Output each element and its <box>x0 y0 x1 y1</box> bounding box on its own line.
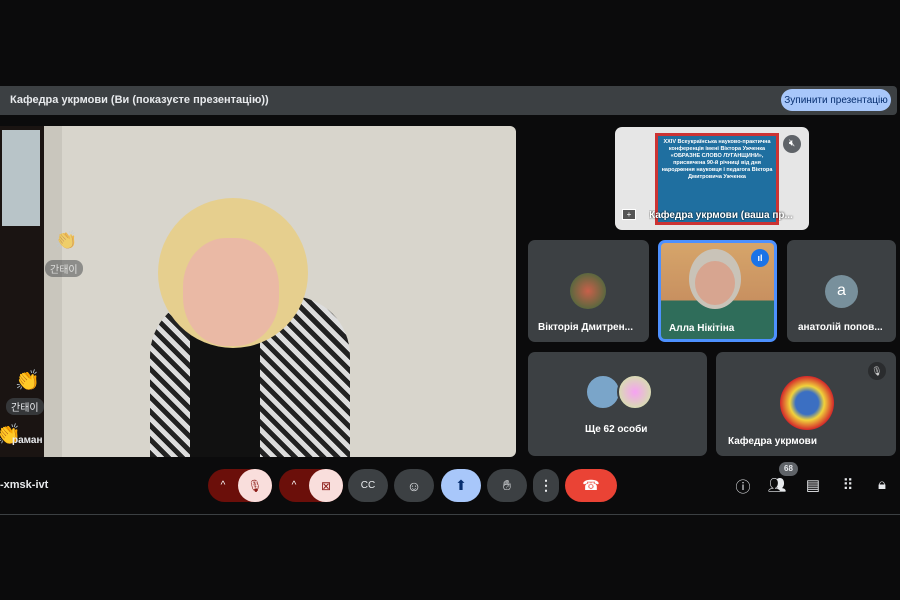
muted-mic-icon: 🎙︎ <box>868 362 886 380</box>
activities-icon[interactable]: ⠿ <box>838 476 858 494</box>
avatar <box>617 374 653 410</box>
tile-name: Кафедра укрмови (ваша пр... <box>649 210 793 221</box>
reaction-name: раман <box>12 435 43 446</box>
stop-presenting-button[interactable]: Зупинити презентацію <box>781 89 891 111</box>
avatar <box>570 273 606 309</box>
participant-tile-alla[interactable]: ıl Алла Нікітіна <box>658 240 777 342</box>
tile-name: Ще 62 особи <box>585 424 648 435</box>
avatar <box>780 376 834 430</box>
people-icon[interactable]: 👥︎ <box>767 476 787 494</box>
banner-title: Кафедра укрмови (Ви (показуєте презентац… <box>10 94 269 106</box>
avatar <box>585 374 621 410</box>
meeting-details-icon[interactable]: ⓘ <box>733 476 753 497</box>
participant-tile-viktoria[interactable]: Вікторія Дмитрен... <box>528 240 649 342</box>
video-options-chevron-icon[interactable]: ^ <box>279 480 309 491</box>
more-participants-tile[interactable]: Ще 62 особи <box>528 352 707 456</box>
presentation-tile[interactable]: XXIV Всеукраїнська науково-практична кон… <box>615 127 809 230</box>
speaking-indicator-icon: ıl <box>751 249 769 267</box>
participant-tile-anatoliy[interactable]: a анатолій попов... <box>787 240 896 342</box>
main-video-tile[interactable]: 👏 간태이 👏 간태이 👏 раман <box>0 126 516 457</box>
muted-icon: 🔇︎ <box>783 135 801 153</box>
participants-count-badge: 68 <box>779 462 798 476</box>
chat-icon[interactable]: ▤ <box>803 476 823 494</box>
camera-off-button[interactable]: ⊠ <box>309 469 343 502</box>
more-options-button[interactable]: ⋮ <box>533 469 559 502</box>
avatar <box>695 261 735 305</box>
reaction-name: 간태이 <box>6 398 44 415</box>
leave-call-button[interactable]: ☎︎ <box>565 469 617 502</box>
wall-calendar <box>2 130 40 226</box>
raise-hand-button[interactable]: ✋︎ <box>487 469 527 502</box>
emoji-reaction-button[interactable]: ☺ <box>394 469 434 502</box>
tile-name: анатолій попов... <box>798 322 883 333</box>
reaction-name: 간태이 <box>45 260 83 277</box>
presenting-banner: Кафедра укрмови (Ви (показуєте презентац… <box>0 86 897 115</box>
mic-group: ^ 🎙︎ <box>208 469 272 502</box>
speaker-face <box>183 238 279 346</box>
tile-name: Кафедра укрмови <box>728 436 817 447</box>
tile-name: Вікторія Дмитрен... <box>538 322 633 333</box>
tile-name: Алла Нікітіна <box>669 323 735 334</box>
clap-reaction-icon: 👏 <box>15 370 40 392</box>
present-icon: + <box>622 209 636 220</box>
clap-reaction-icon: 👏 <box>55 230 78 250</box>
captions-button[interactable]: CC <box>348 469 388 502</box>
avatar: a <box>825 275 858 308</box>
audio-options-chevron-icon[interactable]: ^ <box>208 480 238 491</box>
divider <box>0 514 900 515</box>
present-now-button[interactable]: ⬆ <box>441 469 481 502</box>
host-controls-icon[interactable]: 🔒︎ <box>872 476 892 493</box>
camera-group: ^ ⊠ <box>279 469 343 502</box>
participant-tile-kafedra[interactable]: 🎙︎ Кафедра укрмови <box>716 352 896 456</box>
mic-off-button[interactable]: 🎙︎ <box>238 469 272 502</box>
meeting-code: -xmsk-ivt <box>0 479 49 491</box>
